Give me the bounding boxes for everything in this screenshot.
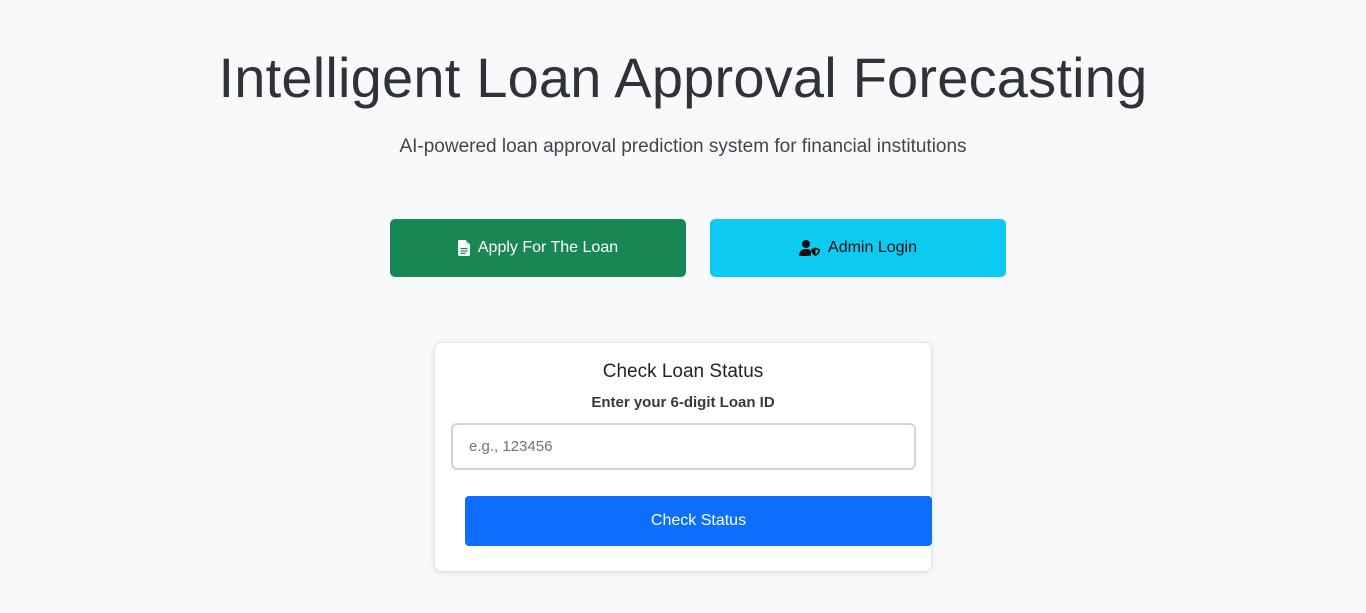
page-title: Intelligent Loan Approval Forecasting	[218, 46, 1148, 109]
apply-loan-label: Apply For The Loan	[477, 239, 619, 256]
loan-id-label: Enter your 6-digit Loan ID	[591, 394, 775, 411]
apply-loan-button[interactable]: Apply For The Loan	[390, 219, 686, 277]
check-status-button[interactable]: Check Status	[465, 496, 932, 546]
loan-status-card: Check Loan Status Enter your 6-digit Loa…	[434, 342, 932, 572]
file-text-icon	[457, 240, 470, 256]
card-title: Check Loan Status	[602, 361, 764, 382]
user-shield-icon	[799, 240, 821, 256]
loan-id-input[interactable]	[451, 423, 916, 470]
admin-login-label: Admin Login	[828, 239, 917, 256]
page-subtitle: AI-powered loan approval prediction syst…	[399, 136, 967, 157]
admin-login-button[interactable]: Admin Login	[710, 219, 1006, 277]
